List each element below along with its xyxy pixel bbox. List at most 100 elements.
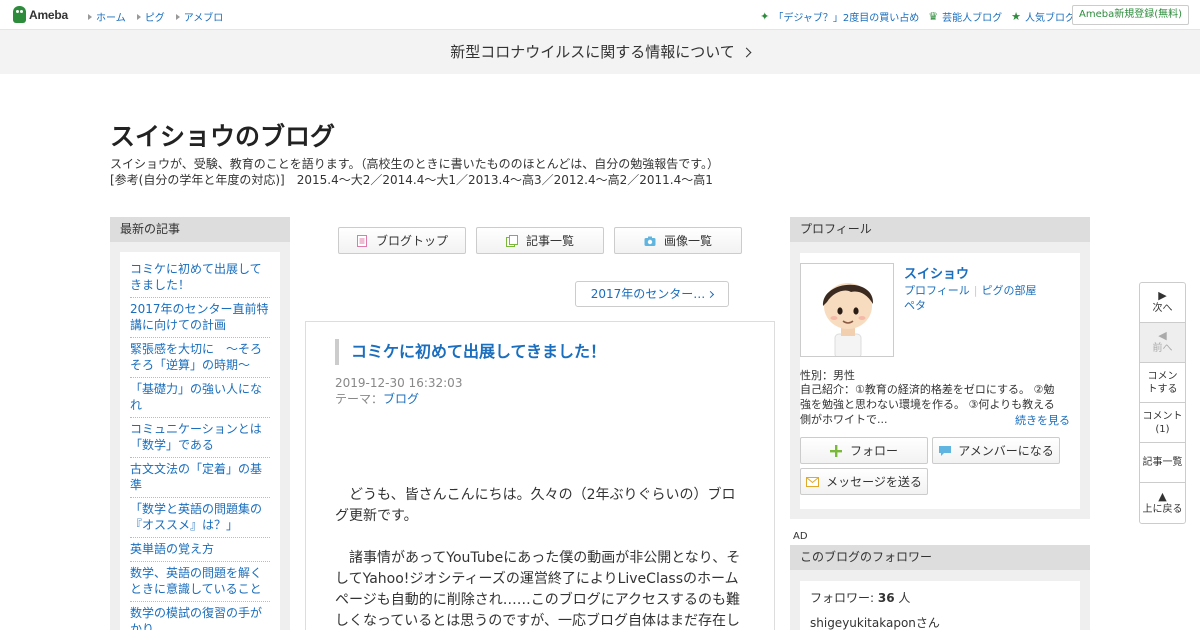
article-title[interactable]: コミケに初めて出展してきました！ (335, 339, 606, 365)
tab-image-list[interactable]: 画像一覧 (614, 227, 742, 254)
followers-heading: このブログのフォロワー (790, 545, 1090, 570)
followers-panel: このブログのフォロワー フォロワー: 36 人 shigeyukitakapon… (790, 545, 1090, 630)
article-body: どうも、皆さんこんにちは。久々の（2年ぶりぐらいの）ブログ更新です。 諸事情があ… (335, 485, 745, 630)
profile-card: スイショウ プロフィール | ピグの部屋 ペタ 性別：男性 自己紹介：①教育の経済的… (800, 253, 1080, 509)
article-theme-link[interactable]: ブログ (383, 392, 419, 406)
ameba-logo-text: Ameba (29, 7, 69, 22)
recent-entry-link[interactable]: 数学の模試の復習の手がかり (130, 602, 270, 630)
article: コミケに初めて出展してきました！ 2019-12-30 16:32:03 テーマ… (305, 321, 775, 630)
ameba-logo-icon (13, 6, 26, 23)
sparkle-icon: ✦ (760, 9, 770, 23)
article-meta: 2019-12-30 16:32:03 テーマ：ブログ (335, 375, 462, 407)
documents-icon (505, 234, 518, 247)
follower-name[interactable]: shigeyukitakaponさん (810, 614, 1070, 630)
blog-tabs: ブログトップ 記事一覧 画像一覧 (338, 227, 752, 254)
recent-entry-link[interactable]: 2017年のセンター直前特講に向けての計画 (130, 298, 270, 338)
popular-blog-label: 人気ブログ (1025, 13, 1075, 24)
read-more-link[interactable]: 続きを見る (1015, 412, 1070, 428)
profile-link[interactable]: プロフィール (904, 284, 970, 297)
nav-home-label: ホーム (96, 13, 126, 24)
tab-blog-top[interactable]: ブログトップ (338, 227, 466, 254)
follower-count-value: 36 (877, 591, 895, 605)
article-date: 2019-12-30 16:32:03 (335, 376, 463, 390)
document-icon (356, 234, 367, 247)
article-theme-label: テーマ： (335, 392, 384, 406)
side-next-button[interactable]: ▶ 次へ (1140, 283, 1185, 323)
profile-links: プロフィール | ピグの部屋 ペタ (904, 283, 1074, 313)
follower-count: フォロワー: 36 人 (810, 589, 1070, 606)
profile-gender: 性別：男性 (800, 369, 855, 382)
side-comment-write-label: コメントする (1147, 370, 1178, 395)
send-message-label: メッセージを送る (826, 475, 922, 489)
article-paragraph: 諸事情があってYouTubeにあった僕の動画が非公開となり、そしてYahoo!ジ… (335, 550, 741, 629)
side-next-label: 次へ (1152, 303, 1173, 314)
amember-label: アメンバーになる (958, 444, 1054, 458)
camera-icon (644, 236, 656, 246)
tab-image-list-label: 画像一覧 (663, 234, 712, 248)
nav-ameblo-link[interactable]: アメブロ (175, 9, 223, 24)
recent-entry-link[interactable]: 数学、英語の問題を解くときに意識していること (130, 562, 270, 602)
celebrity-blog-link[interactable]: ♛ 芸能人ブログ (928, 9, 1003, 25)
recent-entry-link[interactable]: 「数学と英語の問題集の『オススメ』は？」 (130, 498, 270, 538)
profile-panel: プロフィール スイショウ プロフィール | ピグの部屋 ペタ 性別：男性 自己紹介：… (790, 217, 1090, 519)
nav-pigg-link[interactable]: ピグ (136, 9, 165, 24)
floating-side-nav: ▶ 次へ ◀ 前へ コメントする コメント(1) 記事一覧 ▲ 上に戻る (1139, 282, 1186, 524)
pigg-room-link[interactable]: ピグの部屋 (982, 284, 1037, 297)
play-left-icon: ◀ (1158, 329, 1167, 342)
triangle-right-icon (175, 13, 180, 20)
crown-icon: ♛ (928, 9, 939, 23)
envelope-icon (806, 476, 820, 487)
side-prev-label: 前へ (1152, 343, 1173, 354)
avatar[interactable] (800, 263, 894, 357)
followers-card: フォロワー: 36 人 shigeyukitakaponさん (800, 581, 1080, 630)
triangle-up-icon: ▲ (1158, 489, 1167, 503)
corona-info-banner[interactable]: 新型コロナウイルスに関する情報について (0, 30, 1200, 74)
side-comment-write-button[interactable]: コメントする (1140, 363, 1185, 403)
blog-description-line2: [参考(自分の学年と年度の対応)] 2015.4～大2／2014.4～大1／20… (110, 173, 713, 187)
star-icon: ★ (1011, 9, 1021, 23)
play-right-icon: ▶ (1158, 289, 1167, 302)
side-back-to-top-button[interactable]: ▲ 上に戻る (1140, 483, 1185, 523)
recent-entry-link[interactable]: コミケに初めて出展してきました！ (130, 258, 270, 298)
blog-title[interactable]: スイショウのブログ (110, 117, 335, 153)
recent-entry-link[interactable]: コミュニケーションとは「数学」である (130, 418, 270, 458)
plus-icon (829, 444, 842, 457)
triangle-right-icon (88, 13, 92, 20)
next-article-button[interactable]: 2017年のセンター… (575, 281, 729, 307)
amember-button[interactable]: アメンバーになる (932, 437, 1060, 464)
recent-entry-link[interactable]: 英単語の覚え方 (130, 538, 270, 562)
recent-entries-panel: 最新の記事 コミケに初めて出展してきました！ 2017年のセンター直前特講に向け… (110, 217, 290, 630)
side-prev-button[interactable]: ◀ 前へ (1140, 323, 1185, 363)
ad-label: AD (793, 531, 808, 542)
follow-button[interactable]: フォロー (800, 437, 928, 464)
recent-entry-link[interactable]: 「基礎力」の強い人になれ (130, 378, 270, 418)
side-article-list-label: 記事一覧 (1142, 457, 1183, 468)
recent-entry-link[interactable]: 古文文法の「定着」の基準 (130, 458, 270, 498)
topic-news-link[interactable]: ✦ 「デジャブ？」2度目の買い占め (760, 9, 920, 25)
topic-news-label: 「デジャブ？」2度目の買い占め (773, 13, 920, 24)
chevron-right-icon (741, 47, 752, 58)
tab-article-list[interactable]: 記事一覧 (476, 227, 604, 254)
global-nav: ホーム ピグ アメブロ (88, 9, 234, 24)
send-message-button[interactable]: メッセージを送る (800, 468, 928, 495)
profile-name[interactable]: スイショウ (904, 263, 969, 282)
recent-entry-link[interactable]: 緊張感を大切に ～そろそろ「逆算」の時期～ (130, 338, 270, 378)
next-article-label: 2017年のセンター… (590, 287, 706, 301)
blog-description: スイショウが、受験、教育のことを語ります。（高校生のときに書いたもののほとんどは… (110, 156, 810, 188)
corona-info-text: 新型コロナウイルスに関する情報について (450, 43, 735, 61)
avatar-image (801, 264, 893, 356)
nav-pigg-label: ピグ (144, 13, 165, 24)
peta-link[interactable]: ペタ (904, 299, 926, 312)
side-article-list-button[interactable]: 記事一覧 (1140, 443, 1185, 483)
chevron-right-icon (707, 290, 715, 299)
recent-entries-heading: 最新の記事 (110, 217, 290, 242)
side-comments-button[interactable]: コメント(1) (1140, 403, 1185, 443)
follow-label: フォロー (849, 444, 898, 458)
popular-blog-link[interactable]: ★ 人気ブログ (1011, 9, 1075, 25)
nav-home-link[interactable]: ホーム (88, 9, 126, 24)
chat-icon (939, 445, 952, 456)
ameba-logo[interactable]: Ameba (13, 6, 68, 23)
celebrity-blog-label: 芸能人ブログ (942, 13, 1003, 24)
link-separator: | (973, 284, 978, 297)
register-button[interactable]: Ameba新規登録(無料) (1071, 5, 1189, 25)
